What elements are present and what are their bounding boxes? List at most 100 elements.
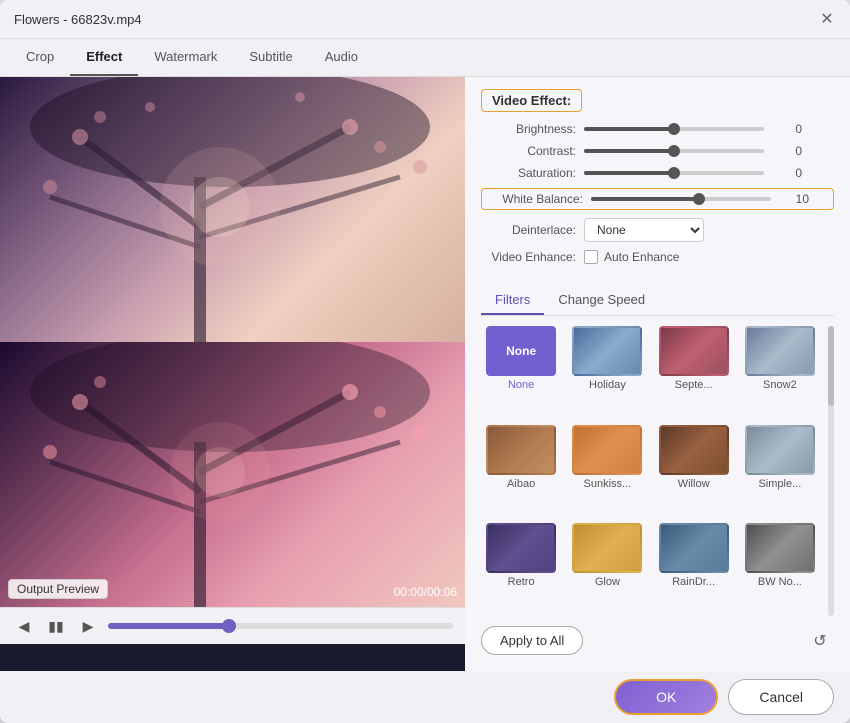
deinterlace-row: Deinterlace: None [481,218,834,242]
saturation-row: Saturation: 0 [481,166,834,180]
deinterlace-select[interactable]: None [584,218,704,242]
saturation-slider[interactable] [584,171,764,175]
filters-section: None None Holiday Septe... [481,326,834,616]
tree-overlay-top [0,77,465,342]
filter-simple[interactable]: Simple... [740,425,820,518]
contrast-value: 0 [772,144,802,158]
progress-fill [108,623,229,629]
white-balance-fill [591,197,699,201]
ok-button[interactable]: OK [614,679,718,715]
saturation-thumb[interactable] [668,167,680,179]
tab-audio[interactable]: Audio [309,39,374,76]
brightness-row: Brightness: 0 [481,122,834,136]
progress-thumb[interactable] [222,619,236,633]
filter-thumb-holiday[interactable] [572,326,642,376]
title-bar: Flowers - 66823v.mp4 ✕ [0,0,850,39]
next-button[interactable]: ▶ [76,614,100,638]
main-window: Flowers - 66823v.mp4 ✕ Crop Effect Water… [0,0,850,723]
none-label: None [506,344,536,358]
video-effect-section: Video Effect: Brightness: 0 Contrast: [481,89,834,276]
progress-bar[interactable] [108,623,453,629]
pause-button[interactable]: ▮▮ [44,614,68,638]
tab-crop[interactable]: Crop [10,39,70,76]
enhance-row: Video Enhance: Auto Enhance [481,250,834,264]
brightness-value: 0 [772,122,802,136]
white-balance-value: 10 [779,192,809,206]
filter-thumb-septe[interactable] [659,326,729,376]
right-panel: Video Effect: Brightness: 0 Contrast: [465,77,850,671]
brightness-thumb[interactable] [668,123,680,135]
video-effect-title: Video Effect: [481,89,582,112]
output-preview-label: Output Preview [8,579,108,599]
saturation-value: 0 [772,166,802,180]
cancel-button[interactable]: Cancel [728,679,834,715]
filter-thumb-glow[interactable] [572,523,642,573]
filter-name-simple: Simple... [758,478,801,490]
main-content: Output Preview 00:00/00:06 ◀ ▮▮ ▶ Video … [0,77,850,671]
filter-thumb-raindr[interactable] [659,523,729,573]
brightness-label: Brightness: [481,122,576,136]
contrast-slider[interactable] [584,149,764,153]
white-balance-slider[interactable] [591,197,771,201]
deinterlace-label: Deinterlace: [481,223,576,237]
filter-snow2[interactable]: Snow2 [740,326,820,419]
filter-thumb-willow[interactable] [659,425,729,475]
filter-name-bwno: BW No... [758,576,802,588]
filters-grid: None None Holiday Septe... [481,326,824,616]
filter-name-snow2: Snow2 [763,379,797,391]
contrast-thumb[interactable] [668,145,680,157]
video-preview-bottom: Output Preview 00:00/00:06 [0,342,465,607]
filter-holiday[interactable]: Holiday [567,326,647,419]
video-timestamp: 00:00/00:06 [394,585,457,599]
filter-glow[interactable]: Glow [567,523,647,616]
contrast-label: Contrast: [481,144,576,158]
filter-name-raindr: RainDr... [672,576,715,588]
filters-scrollbar[interactable] [828,326,834,616]
filter-thumb-snow2[interactable] [745,326,815,376]
auto-enhance-checkbox[interactable] [584,250,598,264]
filter-aibao[interactable]: Aibao [481,425,561,518]
filter-sunkiss[interactable]: Sunkiss... [567,425,647,518]
brightness-slider[interactable] [584,127,764,131]
filter-thumb-aibao[interactable] [486,425,556,475]
tab-change-speed[interactable]: Change Speed [544,286,659,315]
filter-raindr[interactable]: RainDr... [654,523,734,616]
playback-controls: ◀ ▮▮ ▶ [0,607,465,644]
filter-septe[interactable]: Septe... [654,326,734,419]
white-balance-thumb[interactable] [693,193,705,205]
filter-thumb-bwno[interactable] [745,523,815,573]
left-panel: Output Preview 00:00/00:06 ◀ ▮▮ ▶ [0,77,465,671]
scrollbar-thumb[interactable] [828,326,834,406]
tree-overlay-bottom [0,342,465,607]
auto-enhance-text: Auto Enhance [604,250,679,264]
refresh-button[interactable]: ↺ [806,627,834,655]
filter-name-willow: Willow [678,478,710,490]
filter-willow[interactable]: Willow [654,425,734,518]
video-bg-bottom [0,342,465,607]
bottom-bar: Apply to All ↺ [481,616,834,659]
filter-name-retro: Retro [508,576,535,588]
prev-button[interactable]: ◀ [12,614,36,638]
close-button[interactable]: ✕ [818,10,836,28]
filter-thumb-simple[interactable] [745,425,815,475]
filter-name-septe: Septe... [675,379,713,391]
contrast-row: Contrast: 0 [481,144,834,158]
brightness-fill [584,127,674,131]
filter-thumb-none[interactable]: None [486,326,556,376]
filter-name-holiday: Holiday [589,379,626,391]
tab-effect[interactable]: Effect [70,39,138,76]
tab-filters[interactable]: Filters [481,286,544,315]
apply-to-all-button[interactable]: Apply to All [481,626,583,655]
filter-none[interactable]: None None [481,326,561,419]
video-bg-top [0,77,465,342]
filter-thumb-sunkiss[interactable] [572,425,642,475]
filter-retro[interactable]: Retro [481,523,561,616]
tab-subtitle[interactable]: Subtitle [233,39,308,76]
white-balance-row: White Balance: 10 [481,188,834,210]
filter-thumb-retro[interactable] [486,523,556,573]
filter-bwno[interactable]: BW No... [740,523,820,616]
tab-watermark[interactable]: Watermark [138,39,233,76]
white-balance-label: White Balance: [488,192,583,206]
saturation-fill [584,171,674,175]
filter-name-glow: Glow [595,576,620,588]
